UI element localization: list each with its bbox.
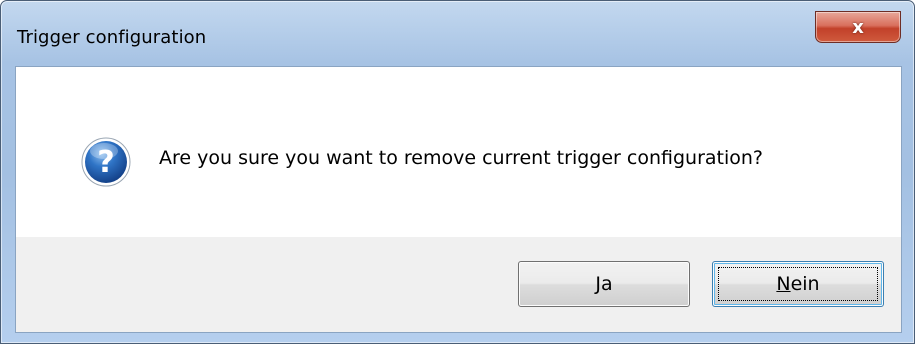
dialog-window: Trigger configuration x ? Are you sure y… bbox=[0, 0, 915, 344]
focus-ring bbox=[718, 267, 878, 301]
no-button[interactable]: Nein bbox=[712, 261, 884, 307]
svg-text:?: ? bbox=[97, 145, 114, 180]
button-bar: Ja Nein bbox=[16, 237, 901, 332]
yes-button[interactable]: Ja bbox=[518, 261, 690, 307]
close-button[interactable]: x bbox=[815, 11, 901, 43]
confirmation-message: Are you sure you want to remove current … bbox=[159, 147, 764, 169]
message-area: ? Are you sure you want to remove curren… bbox=[16, 67, 901, 237]
close-icon: x bbox=[852, 16, 864, 38]
title-bar[interactable]: Trigger configuration x bbox=[1, 1, 914, 65]
question-icon: ? bbox=[81, 137, 131, 187]
window-title: Trigger configuration bbox=[17, 27, 207, 48]
yes-label-rest: a bbox=[600, 273, 613, 295]
dialog-client-area: ? Are you sure you want to remove curren… bbox=[15, 66, 902, 333]
